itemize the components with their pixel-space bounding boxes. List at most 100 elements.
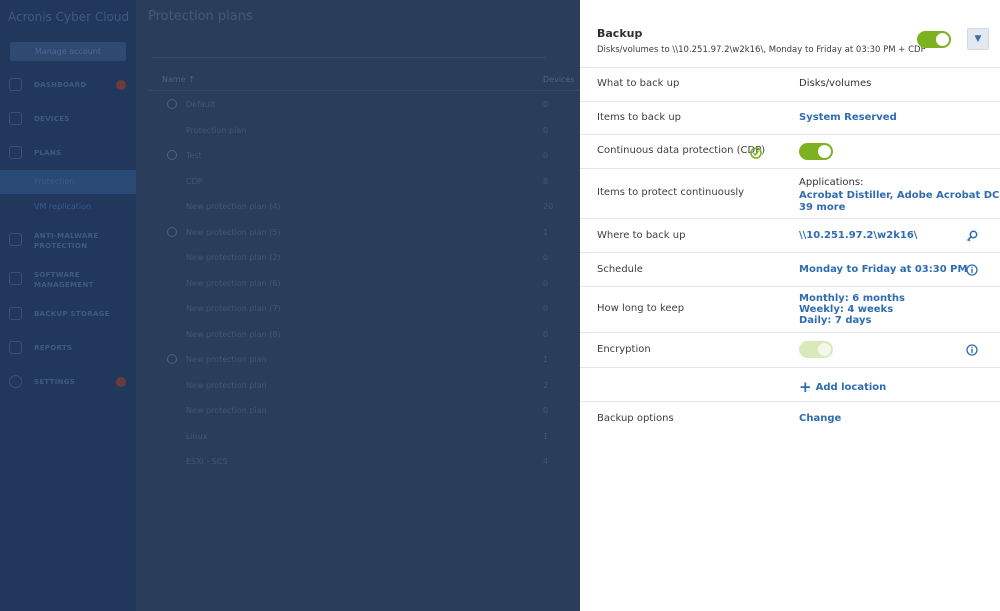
alert-badge [116,80,126,90]
dashboard-icon [9,78,22,91]
sidebar: Acronis Cyber Cloud Manage account DASHB… [0,0,136,611]
row-backup-options[interactable]: Backup options Change [580,402,1000,436]
table-row[interactable]: Protection plan 0 [136,118,580,143]
nav-plans[interactable]: PLANS [0,140,136,166]
applications-link[interactable]: Acrobat Distiller, Adobe Acrobat DC + [799,190,1000,201]
plan-name: New protection plan (6) [186,278,281,288]
nav-backup-storage[interactable]: BACKUP STORAGE [0,301,136,327]
add-location-button[interactable]: + Add location [799,376,886,396]
subnav-vm-replication[interactable]: VM replication [0,195,136,219]
plan-name: Protection plan [186,125,247,135]
table-row[interactable]: New protection plan 0 [136,398,580,423]
row-label: Items to protect continuously [597,187,745,198]
table-row[interactable]: Default 0 [136,92,580,117]
row-what-to-back-up[interactable]: What to back up Disks/volumes [580,68,1000,102]
panel-title: Backup [597,27,643,40]
location-link[interactable]: \\10.251.97.2\w2k16\ [799,230,917,241]
encryption-toggle[interactable] [799,341,833,358]
schedule-link[interactable]: Monday to Friday at 03:30 PM [799,264,967,275]
plan-name: New protection plan (2) [186,253,281,262]
device-count: 1 [543,227,549,237]
plan-name: New protection plan [186,355,267,364]
plan-name: New protection plan [186,380,267,390]
key-icon[interactable] [966,230,978,242]
nav-label: BACKUP STORAGE [34,310,110,318]
nav-label: DASHBOARD [34,81,87,89]
nav-devices[interactable]: DEVICES [0,106,136,132]
expand-button[interactable]: ▼ [967,28,989,50]
row-encryption: Encryption [580,333,1000,368]
row-label: Schedule [597,264,643,275]
backup-details-panel: Backup Disks/volumes to \\10.251.97.2\w2… [580,0,1000,611]
device-count: 0 [543,151,549,160]
plans-list-area: Protection plans Name ↑ Devices Default 0… [136,0,580,611]
shield-icon [9,233,22,246]
items-link[interactable]: System Reserved [799,112,897,123]
table-row[interactable]: ESXi - SCS 4 [136,449,580,474]
row-add-location: + Add location [580,368,1000,402]
table-row[interactable]: New protection plan 2 [136,373,580,398]
manage-account-button[interactable]: Manage account [10,42,126,61]
page-title: Protection plans [148,9,253,24]
retention-monthly[interactable]: Monthly: 6 months [799,293,905,304]
row-items-protect-continuously[interactable]: Items to protect continuously Applicatio… [580,169,1000,219]
check-circle-icon [167,150,177,160]
info-icon[interactable] [966,344,978,356]
nav-anti-malware[interactable]: ANTI-MALWARE PROTECTION [0,227,136,253]
subnav-label: Protection [34,177,75,186]
nav-software-management[interactable]: SOFTWARE MANAGEMENT [0,266,136,292]
search-input[interactable] [152,42,546,58]
device-count: 0 [543,100,549,109]
plan-name: Test [186,151,202,160]
nav-label: ANTI-MALWARE PROTECTION [34,232,99,250]
subnav-protection[interactable]: Protection [0,170,136,194]
table-row[interactable]: New protection plan (4) 20 [136,194,580,219]
nav-label: REPORTS [34,344,73,352]
plan-name: New protection plan [186,406,267,415]
check-circle-icon [167,354,177,364]
cdp-toggle[interactable] [799,143,833,160]
applications-prefix: Applications: [799,177,864,188]
row-where-to-back-up[interactable]: Where to back up \\10.251.97.2\w2k16\ [580,219,1000,253]
table-row[interactable]: Test 0 [136,143,580,168]
device-count: 0 [543,278,549,288]
column-header-devices[interactable]: Devices [543,75,575,84]
row-items-to-back-up[interactable]: Items to back up System Reserved [580,102,1000,135]
device-count: 2 [543,380,549,390]
change-options-link[interactable]: Change [799,413,841,424]
table-row[interactable]: New protection plan (5) 1 [136,220,580,245]
alert-badge [116,377,126,387]
column-header-name[interactable]: Name ↑ [162,75,195,84]
device-count: 1 [543,355,549,364]
nav-label: DEVICES [34,115,70,123]
table-row[interactable]: New protection plan (7) 0 [136,296,580,321]
nav-dashboard[interactable]: DASHBOARD [0,72,136,98]
plan-name: CDP [186,176,203,186]
plan-name: New protection plan (5) [186,227,281,237]
chevron-down-icon: ▼ [974,34,982,44]
table-row[interactable]: Linux 1 [136,424,580,449]
nav-settings[interactable]: SETTINGS [0,369,136,395]
plan-name: New protection plan (4) [186,202,281,211]
table-row[interactable]: New protection plan (2) 0 [136,245,580,270]
table-row[interactable]: New protection plan (8) 0 [136,322,580,347]
nav-reports[interactable]: REPORTS [0,335,136,361]
plan-name: Linux [186,431,208,441]
row-label: Encryption [597,344,651,355]
row-label: What to back up [597,78,680,89]
applications-more-link[interactable]: 39 more [799,202,845,213]
panel-header: Backup Disks/volumes to \\10.251.97.2\w2… [580,0,1000,68]
row-schedule[interactable]: Schedule Monday to Friday at 03:30 PM [580,253,1000,287]
info-icon[interactable] [966,264,978,276]
subnav-label: VM replication [34,202,92,211]
retention-daily[interactable]: Daily: 7 days [799,315,871,326]
table-row[interactable]: New protection plan 1 [136,347,580,372]
backup-enable-toggle[interactable] [917,31,951,48]
panel-subtitle: Disks/volumes to \\10.251.97.2\w2k16\, M… [597,45,926,55]
row-how-long-to-keep[interactable]: How long to keep Monthly: 6 months Weekl… [580,287,1000,333]
table-row[interactable]: New protection plan (6) 0 [136,271,580,296]
device-count: 0 [543,253,549,262]
retention-weekly[interactable]: Weekly: 4 weeks [799,304,893,315]
plan-name: New protection plan (8) [186,329,281,339]
table-row[interactable]: CDP 8 [136,169,580,194]
